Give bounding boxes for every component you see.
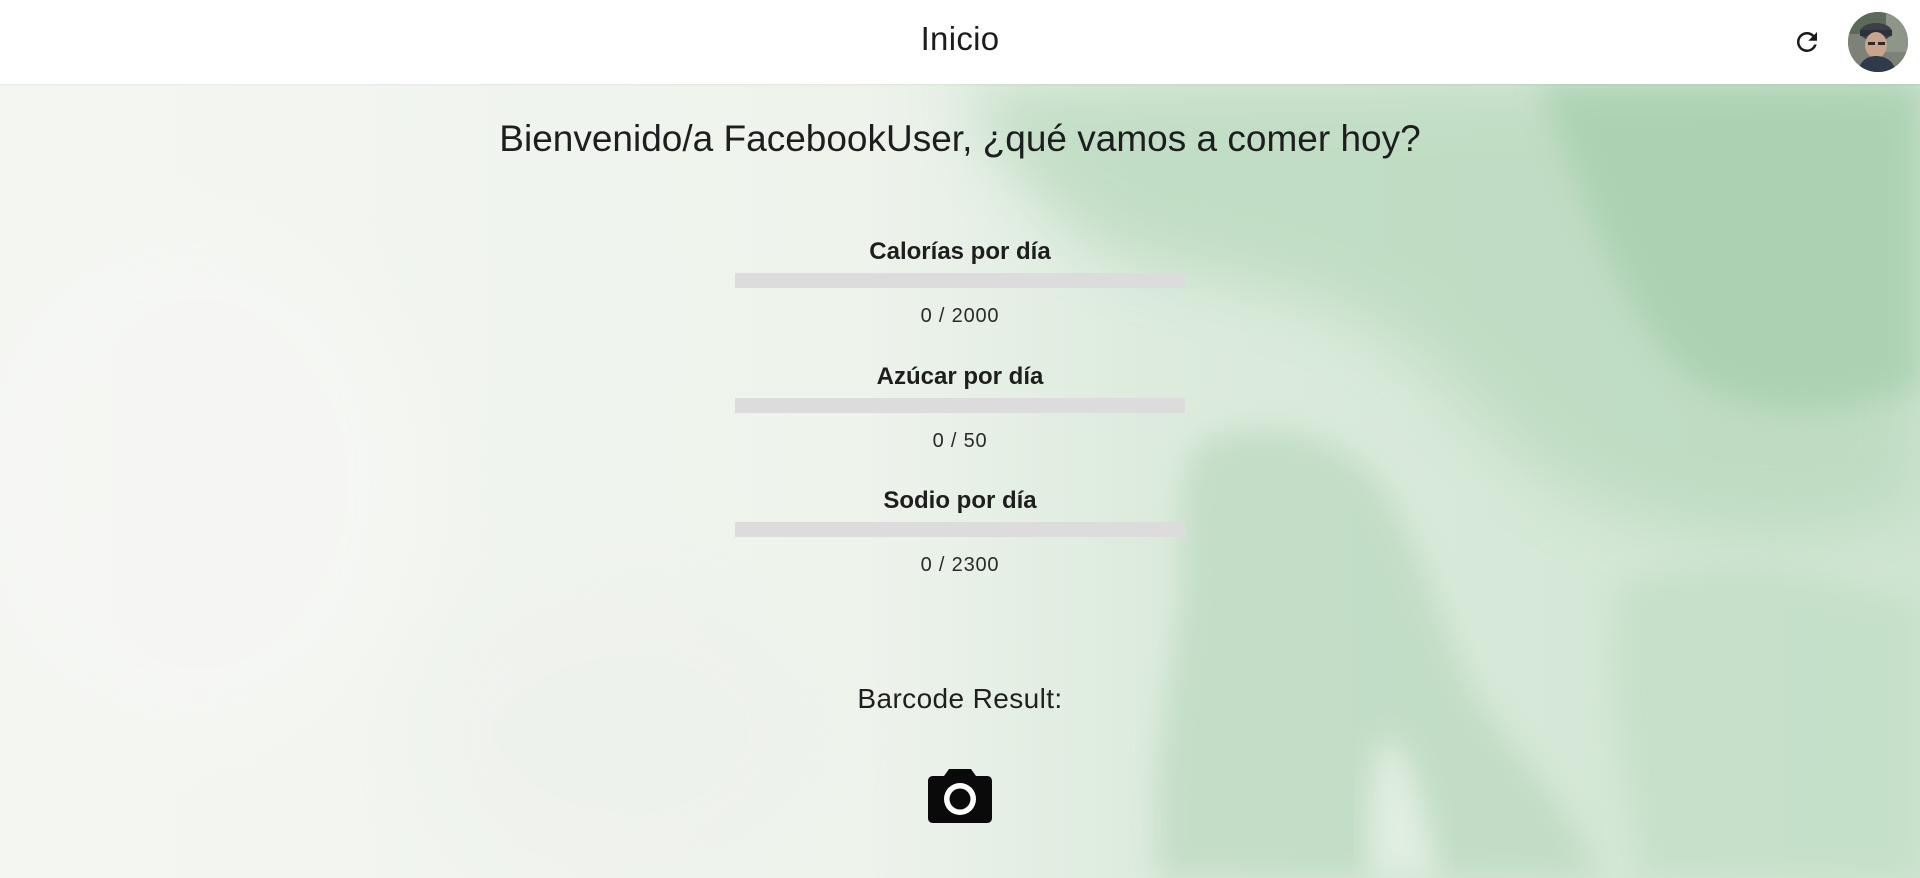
user-avatar[interactable] [1848,12,1908,72]
app-root: Inicio Bienvenido/a FacebookUser, ¿qué v… [0,0,1920,878]
metric-label: Azúcar por día [876,363,1044,390]
sugar-progress-bar [735,398,1185,413]
page-title: Inicio [920,20,1000,57]
barcode-result-label: Barcode Result: [857,683,1063,714]
refresh-button[interactable] [1789,24,1825,60]
metric-label: Sodio por día [883,487,1037,514]
refresh-icon [1796,31,1817,52]
metric-value: 0 / 2300 [920,554,1000,576]
metric-sodium: Sodio por día 0 / 2300 [735,486,1185,577]
app-bar: Inicio [0,0,1920,84]
metric-value: 0 / 50 [932,430,988,452]
home-content: Bienvenido/a FacebookUser, ¿qué vamos a … [0,84,1920,878]
metric-label: Calorías por día [869,238,1051,265]
avatar-photo [1848,12,1908,72]
camera-button[interactable] [925,763,995,827]
sodium-progress-bar [735,522,1185,537]
metric-value: 0 / 2000 [920,305,1000,327]
welcome-heading: Bienvenido/a FacebookUser, ¿qué vamos a … [499,118,1421,159]
metric-sugar: Azúcar por día 0 / 50 [735,362,1185,453]
calories-progress-bar [735,273,1185,288]
camera-icon [928,769,992,823]
metric-calories: Calorías por día 0 / 2000 [735,237,1185,328]
